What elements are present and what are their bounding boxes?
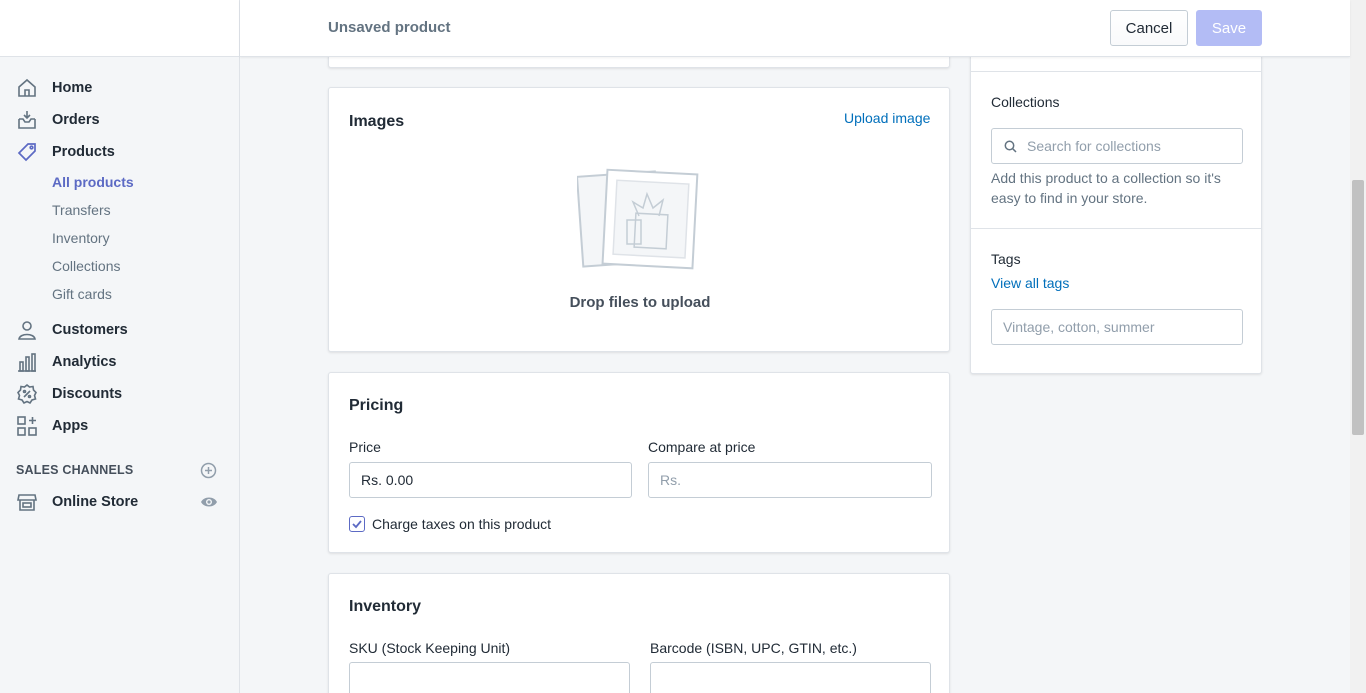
nav-item-home[interactable]: Home: [0, 72, 239, 104]
pricing-title: Pricing: [349, 397, 404, 414]
drop-files-text: Drop files to upload: [569, 294, 711, 311]
sidebar: Home Orders Products All products Transf…: [0, 0, 240, 693]
collections-search-placeholder: Search for collections: [1027, 138, 1161, 154]
nav-item-label: Home: [52, 80, 93, 96]
price-input[interactable]: Rs. 0.00: [349, 462, 632, 498]
save-button[interactable]: Save: [1196, 10, 1262, 46]
compare-at-price-label: Compare at price: [648, 439, 756, 455]
collections-search-input[interactable]: Search for collections: [991, 128, 1243, 164]
scrollbar-thumb[interactable]: [1352, 180, 1364, 435]
orders-icon: [16, 109, 38, 131]
store-icon: [16, 491, 38, 513]
pricing-card: Pricing Price Rs. 0.00 Compare at price …: [328, 372, 950, 553]
main-nav: Home Orders Products All products Transf…: [0, 72, 239, 518]
charge-taxes-checkbox[interactable]: [349, 516, 365, 532]
sku-label: SKU (Stock Keeping Unit): [349, 640, 511, 656]
subnav-all-products[interactable]: All products: [0, 168, 239, 196]
checkmark-icon: [352, 520, 362, 529]
sales-channels-header: SALES CHANNELS: [0, 454, 239, 486]
person-icon: [16, 319, 38, 341]
inventory-title: Inventory: [349, 598, 422, 615]
nav-item-label: Online Store: [52, 494, 139, 510]
image-dropzone[interactable]: Drop files to upload: [349, 158, 931, 338]
compare-at-price-input[interactable]: Rs.: [648, 462, 932, 498]
sidebar-header: [0, 0, 239, 57]
price-label: Price: [349, 439, 381, 455]
subnav-gift-cards[interactable]: Gift cards: [0, 280, 239, 308]
nav-item-label: Analytics: [52, 354, 117, 370]
subnav-collections[interactable]: Collections: [0, 252, 239, 280]
page-scrollbar[interactable]: [1350, 0, 1366, 693]
tags-label: Tags: [991, 251, 1021, 267]
nav-item-orders[interactable]: Orders: [0, 104, 239, 136]
collections-help-text: Add this product to a collection so it's…: [991, 170, 1221, 206]
barcode-input[interactable]: [650, 662, 931, 693]
nav-item-label: Discounts: [52, 386, 123, 402]
nav-item-online-store[interactable]: Online Store: [0, 486, 239, 518]
images-title: Images: [349, 113, 405, 130]
collections-label: Collections: [991, 94, 1060, 110]
subnav-transfers[interactable]: Transfers: [0, 196, 239, 224]
organization-card: Collections Search for collections Add t…: [970, 40, 1262, 374]
nav-item-products[interactable]: Products: [0, 136, 239, 168]
nav-item-customers[interactable]: Customers: [0, 314, 239, 346]
nav-item-analytics[interactable]: Analytics: [0, 346, 239, 378]
nav-item-label: Products: [52, 144, 115, 160]
subnav-inventory[interactable]: Inventory: [0, 224, 239, 252]
inventory-card: Inventory SKU (Stock Keeping Unit) Barco…: [328, 573, 950, 693]
nav-item-label: Customers: [52, 322, 128, 338]
apps-icon: [16, 415, 38, 437]
nav-item-label: Apps: [52, 418, 89, 434]
eye-icon[interactable]: [200, 495, 218, 509]
tags-input[interactable]: Vintage, cotton, summer: [991, 309, 1243, 345]
nav-item-label: Orders: [52, 112, 100, 128]
page-title: Unsaved product: [328, 19, 451, 36]
organization-divider: [971, 228, 1261, 229]
view-all-tags-link[interactable]: View all tags: [991, 275, 1069, 291]
photos-icon: [575, 168, 701, 275]
images-card: Images Upload image Drop files to upload: [328, 87, 950, 352]
discount-icon: [16, 383, 38, 405]
add-channel-icon[interactable]: [200, 462, 217, 479]
search-icon: [1004, 140, 1017, 156]
top-bar: Unsaved product Cancel Save: [240, 0, 1350, 57]
upload-image-link[interactable]: Upload image: [844, 110, 930, 126]
home-icon: [16, 77, 38, 99]
tag-icon: [16, 141, 38, 163]
sku-input[interactable]: [349, 662, 630, 693]
organization-divider-top: [971, 71, 1261, 72]
cancel-button[interactable]: Cancel: [1110, 10, 1188, 46]
sales-channels-label: SALES CHANNELS: [16, 463, 134, 477]
nav-item-apps[interactable]: Apps: [0, 410, 239, 442]
charge-taxes-label[interactable]: Charge taxes on this product: [372, 516, 551, 532]
nav-item-discounts[interactable]: Discounts: [0, 378, 239, 410]
bar-chart-icon: [16, 351, 38, 373]
barcode-label: Barcode (ISBN, UPC, GTIN, etc.): [650, 640, 857, 656]
